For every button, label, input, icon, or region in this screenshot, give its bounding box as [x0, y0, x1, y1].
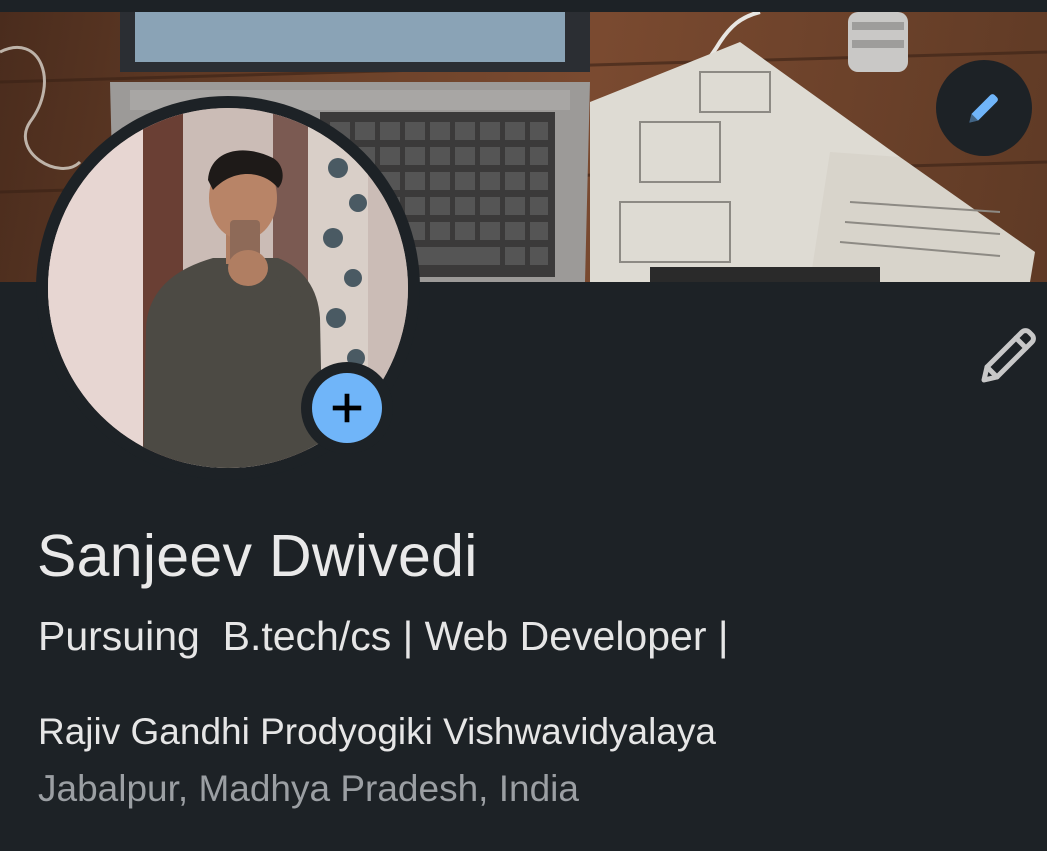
- profile-headline: Pursuing B.tech/cs | Web Developer |: [38, 613, 729, 659]
- profile-school[interactable]: Rajiv Gandhi Prodyogiki Vishwavidyalaya: [38, 711, 716, 753]
- add-profile-photo-button[interactable]: [301, 362, 393, 454]
- pencil-icon: [969, 94, 998, 123]
- profile-name: Sanjeev Dwivedi: [37, 523, 478, 589]
- pencil-icon: [981, 328, 1036, 383]
- top-strip: [0, 0, 1047, 12]
- edit-banner-button[interactable]: [936, 60, 1032, 156]
- plus-icon: [332, 393, 362, 423]
- profile-location: Jabalpur, Madhya Pradesh, India: [38, 768, 579, 809]
- add-photo-circle: [312, 373, 382, 443]
- edit-intro-button[interactable]: [972, 320, 1044, 392]
